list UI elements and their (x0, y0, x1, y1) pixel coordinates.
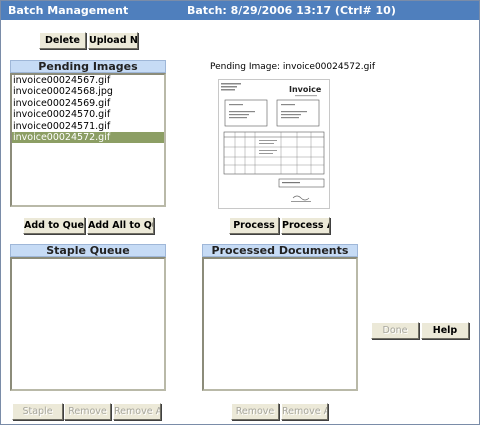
pending-images-title: Pending Images (10, 60, 166, 73)
batch-info: Batch: 8/29/2006 13:17 (Ctrl# 10) (187, 4, 396, 17)
process-button[interactable]: Process (229, 217, 279, 234)
done-button[interactable]: Done (371, 322, 419, 339)
list-item[interactable]: invoice00024570.gif (12, 109, 164, 120)
list-item[interactable]: invoice00024569.gif (12, 98, 164, 109)
staple-button[interactable]: Staple (12, 403, 63, 420)
pending-image-caption: Pending Image: invoice00024572.gif (210, 62, 375, 72)
list-item[interactable]: invoice00024571.gif (12, 121, 164, 132)
invoice-preview-graphic: Invoice (221, 83, 325, 202)
staple-queue-title: Staple Queue (10, 244, 166, 257)
pending-images-list[interactable]: invoice00024567.gif invoice00024568.jpg … (10, 73, 166, 207)
list-item[interactable]: invoice00024568.jpg (12, 86, 164, 97)
app-title: Batch Management (8, 4, 129, 17)
processed-remove-button[interactable]: Remove (231, 403, 279, 420)
list-item[interactable]: invoice00024567.gif (12, 75, 164, 86)
list-item-selected[interactable]: invoice00024572.gif (12, 131, 164, 144)
processed-documents-list[interactable] (202, 257, 358, 391)
staple-queue-list[interactable] (10, 257, 166, 391)
delete-button[interactable]: Delete (39, 32, 86, 49)
title-bar: Batch Management Batch: 8/29/2006 13:17 … (1, 1, 479, 20)
help-button[interactable]: Help (421, 322, 469, 339)
batch-management-window: Batch Management Batch: 8/29/2006 13:17 … (0, 0, 480, 425)
invoice-preview-image: Invoice (218, 79, 330, 209)
add-all-to-queue-button[interactable]: Add All to Queue (87, 217, 154, 234)
upload-new-button[interactable]: Upload New (88, 32, 138, 49)
staple-remove-button[interactable]: Remove (64, 403, 111, 420)
processed-documents-title: Processed Documents (202, 244, 358, 257)
invoice-heading: Invoice (289, 85, 322, 94)
add-to-queue-button[interactable]: Add to Queue (23, 217, 85, 234)
processed-remove-all-button[interactable]: Remove All (281, 403, 328, 420)
staple-remove-all-button[interactable]: Remove All (113, 403, 161, 420)
process-all-button[interactable]: Process All (281, 217, 330, 234)
